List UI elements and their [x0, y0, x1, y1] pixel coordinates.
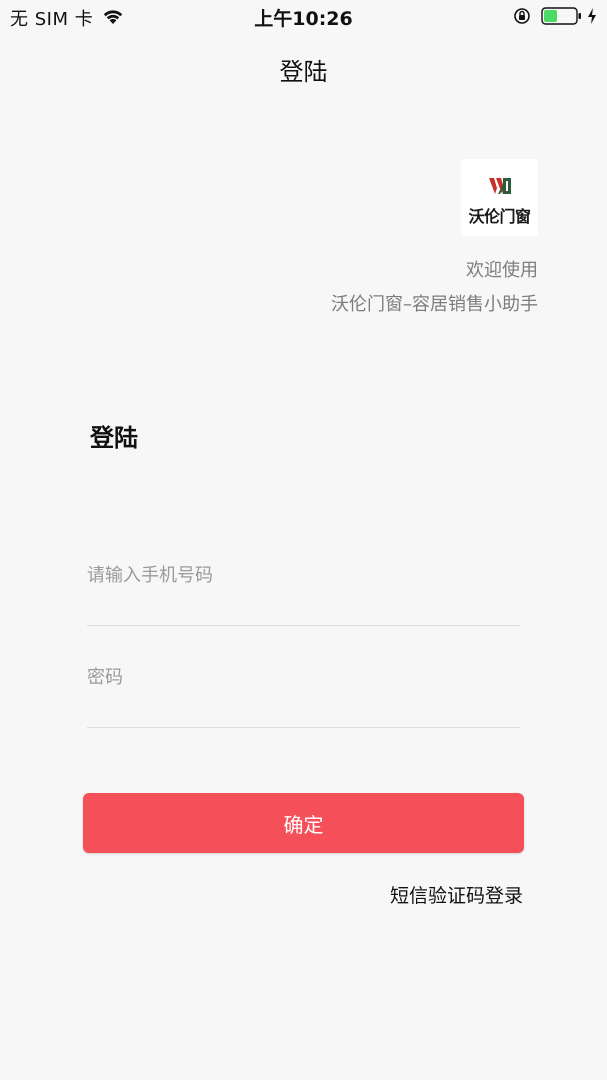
phone-field: [87, 560, 520, 626]
status-bar: 无 SIM 卡 上午10:26: [0, 0, 607, 34]
welcome-text: 欢迎使用: [466, 260, 538, 281]
brand-logo-text: 沃伦门窗: [468, 207, 531, 226]
login-heading: 登陆: [90, 424, 138, 452]
brand-logo: 沃伦门窗: [461, 159, 538, 236]
password-input[interactable]: [87, 662, 520, 692]
status-right: [513, 6, 597, 31]
charging-bolt-icon: [587, 8, 597, 29]
brand-mark-icon: [488, 176, 512, 200]
sms-login-link[interactable]: 短信验证码登录: [390, 881, 523, 908]
phone-input[interactable]: [87, 560, 520, 590]
battery-icon: [541, 6, 583, 31]
confirm-button[interactable]: 确定: [83, 793, 524, 853]
orientation-lock-icon: [513, 7, 531, 30]
password-field: [87, 662, 520, 728]
app-subtitle: 沃伦门窗–容居销售小助手: [331, 294, 538, 315]
page-title: 登陆: [279, 58, 328, 86]
